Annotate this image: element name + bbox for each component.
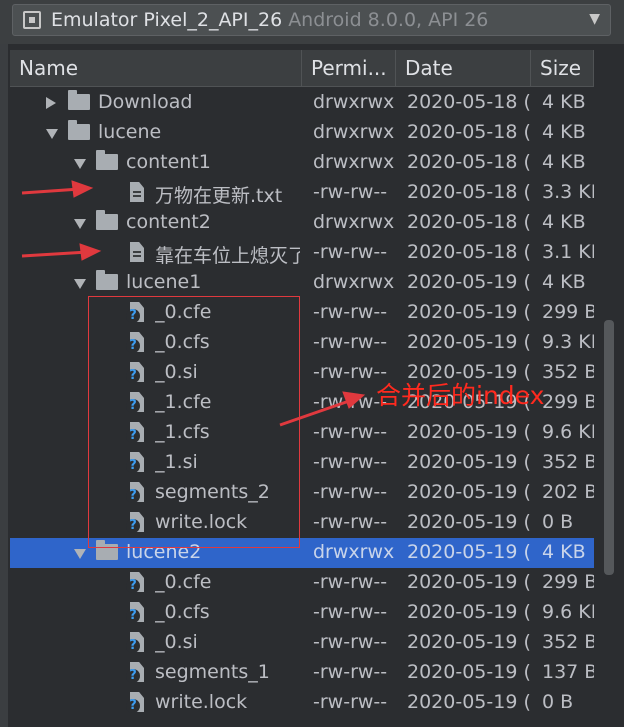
annotation-arrow-1-head [71,180,94,198]
annotation-arrow-2 [21,250,89,258]
annotation-arrow-3 [279,398,353,427]
annotation-arrow-2-head [79,243,102,261]
annotation-arrow-1 [21,187,81,195]
annotation-arrows [21,180,366,427]
annotation-arrow-3-head [342,391,366,409]
annotation-label: 合并后的index [376,381,545,410]
